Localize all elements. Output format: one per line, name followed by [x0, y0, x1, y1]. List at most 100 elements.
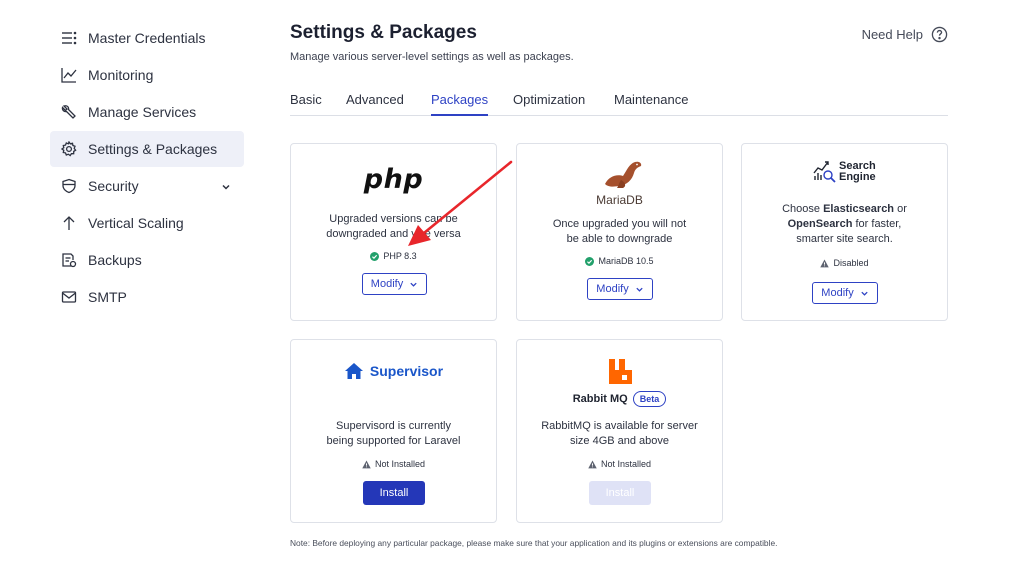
sidebar-item-label: Settings & Packages — [88, 141, 218, 157]
supervisor-description: Supervisord is currently being supported… — [291, 419, 496, 449]
search-chart-icon — [813, 161, 836, 183]
php-desc-line: downgraded and vice versa — [326, 228, 461, 240]
page-title: Settings & Packages — [290, 22, 477, 43]
supervisor-status: Not Installed — [291, 459, 496, 469]
supervisor-logo: Supervisor — [291, 362, 496, 380]
warning-icon — [588, 459, 597, 468]
search-modify-button[interactable]: Modify — [812, 282, 878, 304]
tab-maintenance[interactable]: Maintenance — [614, 92, 688, 116]
seal-icon — [605, 161, 642, 188]
tab-optimization[interactable]: Optimization — [513, 92, 585, 116]
list-icon — [61, 30, 77, 46]
mariadb-logo: MariaDB — [596, 193, 643, 207]
search-desc-text: or — [894, 203, 907, 215]
search-desc-text: for faster, — [852, 218, 902, 230]
rabbitmq-desc-line: RabbitMQ is available for server — [541, 420, 698, 432]
mariadb-version: MariaDB 10.5 — [598, 256, 654, 266]
need-help-link[interactable]: Need Help — [862, 26, 948, 43]
search-description: Choose Elasticsearch or OpenSearch for f… — [742, 202, 947, 247]
wrench-icon — [61, 104, 77, 120]
sidebar-item-backups[interactable]: Backups — [50, 242, 244, 278]
warning-icon — [362, 459, 371, 468]
tab-bar: Basic Advanced Packages Optimization Mai… — [290, 92, 948, 116]
sidebar-item-monitoring[interactable]: Monitoring — [50, 57, 244, 93]
search-desc-text: Choose — [782, 203, 824, 215]
mariadb-status: MariaDB 10.5 — [517, 256, 722, 266]
chevron-down-icon — [861, 291, 868, 296]
search-status: Disabled — [742, 258, 947, 268]
mariadb-desc-line: Once upgraded you will not — [552, 218, 687, 230]
sidebar-item-label: Backups — [88, 252, 142, 268]
tab-basic[interactable]: Basic — [290, 92, 322, 116]
home-icon — [344, 363, 363, 379]
php-card: php Upgraded versions can be downgraded … — [290, 143, 497, 321]
sidebar-item-label: Master Credentials — [88, 30, 206, 46]
php-logo: php — [363, 164, 424, 195]
supervisor-card: Supervisor Supervisord is currently bein… — [290, 339, 497, 523]
rabbitmq-title: Rabbit MQ — [572, 393, 628, 405]
check-circle-icon — [585, 256, 595, 266]
rabbitmq-install-button[interactable]: Install — [589, 481, 651, 505]
sidebar-item-label: Manage Services — [88, 104, 197, 120]
need-help-label: Need Help — [861, 27, 923, 42]
sidebar-item-label: Security — [88, 178, 139, 194]
sidebar-item-smtp[interactable]: SMTP — [50, 279, 244, 315]
supervisor-install-button[interactable]: Install — [363, 481, 425, 505]
opensearch-label: OpenSearch — [787, 218, 853, 230]
chevron-down-icon — [636, 287, 643, 292]
sidebar-item-settings-packages[interactable]: Settings & Packages — [50, 131, 244, 167]
sidebar-item-manage-services[interactable]: Manage Services — [50, 94, 244, 130]
gear-icon — [61, 141, 77, 157]
chevron-down-icon — [410, 282, 417, 287]
mariadb-desc-line: be able to downgrade — [566, 233, 673, 245]
mariadb-modify-button[interactable]: Modify — [587, 278, 653, 300]
modify-label: Modify — [370, 278, 404, 290]
supervisor-status-label: Not Installed — [374, 459, 426, 469]
mail-icon — [61, 289, 77, 305]
supervisor-logo-text: Supervisor — [369, 363, 444, 379]
supervisor-desc-line: being supported for Laravel — [326, 435, 461, 447]
rabbitmq-title-row: Rabbit MQ Beta — [517, 391, 722, 407]
sidebar-item-security[interactable]: Security — [50, 168, 244, 204]
chevron-down-icon[interactable] — [220, 180, 232, 192]
supervisor-desc-line: Supervisord is currently — [336, 420, 451, 432]
rabbitmq-description: RabbitMQ is available for server size 4G… — [517, 419, 722, 449]
mariadb-description: Once upgraded you will not be able to do… — [517, 217, 722, 247]
tab-advanced[interactable]: Advanced — [346, 92, 404, 116]
arrow-up-icon — [61, 215, 77, 231]
search-engine-card: Search Engine Choose Elasticsearch or Op… — [741, 143, 948, 321]
rabbitmq-status-label: Not Installed — [600, 459, 652, 469]
search-logo-text: Engine — [839, 171, 876, 183]
php-status: PHP 8.3 — [291, 251, 496, 261]
sidebar: Master Credentials Monitoring Manage Ser… — [50, 20, 244, 316]
search-engine-logo: Search Engine — [813, 159, 876, 185]
sidebar-item-vertical-scaling[interactable]: Vertical Scaling — [50, 205, 244, 241]
modify-label: Modify — [821, 287, 854, 299]
check-circle-icon — [370, 251, 380, 261]
shield-icon — [61, 178, 77, 194]
chart-line-icon — [61, 67, 77, 83]
modify-label: Modify — [596, 283, 629, 295]
mariadb-card: MariaDB Once upgraded you will not be ab… — [516, 143, 723, 321]
sidebar-item-label: SMTP — [88, 289, 127, 305]
compatibility-note: Note: Before deploying any particular pa… — [290, 538, 778, 548]
elasticsearch-label: Elasticsearch — [823, 203, 895, 215]
page-subtitle: Manage various server-level settings as … — [290, 51, 574, 63]
php-modify-button[interactable]: Modify — [362, 273, 427, 295]
beta-badge: Beta — [632, 391, 667, 407]
sidebar-item-label: Monitoring — [88, 67, 154, 83]
php-description: Upgraded versions can be downgraded and … — [291, 212, 496, 242]
rabbitmq-icon — [609, 359, 632, 384]
rabbitmq-card: Rabbit MQ Beta RabbitMQ is available for… — [516, 339, 723, 523]
search-desc-line: smarter site search. — [796, 233, 893, 245]
search-status-label: Disabled — [833, 258, 869, 268]
php-desc-line: Upgraded versions can be — [329, 213, 458, 225]
backup-icon — [61, 252, 77, 268]
sidebar-item-master-credentials[interactable]: Master Credentials — [50, 20, 244, 56]
rabbitmq-status: Not Installed — [517, 459, 722, 469]
help-icon — [931, 26, 948, 43]
sidebar-item-label: Vertical Scaling — [88, 215, 184, 231]
rabbitmq-desc-line: size 4GB and above — [569, 435, 670, 447]
tab-packages[interactable]: Packages — [431, 92, 489, 116]
php-version: PHP 8.3 — [383, 251, 417, 261]
